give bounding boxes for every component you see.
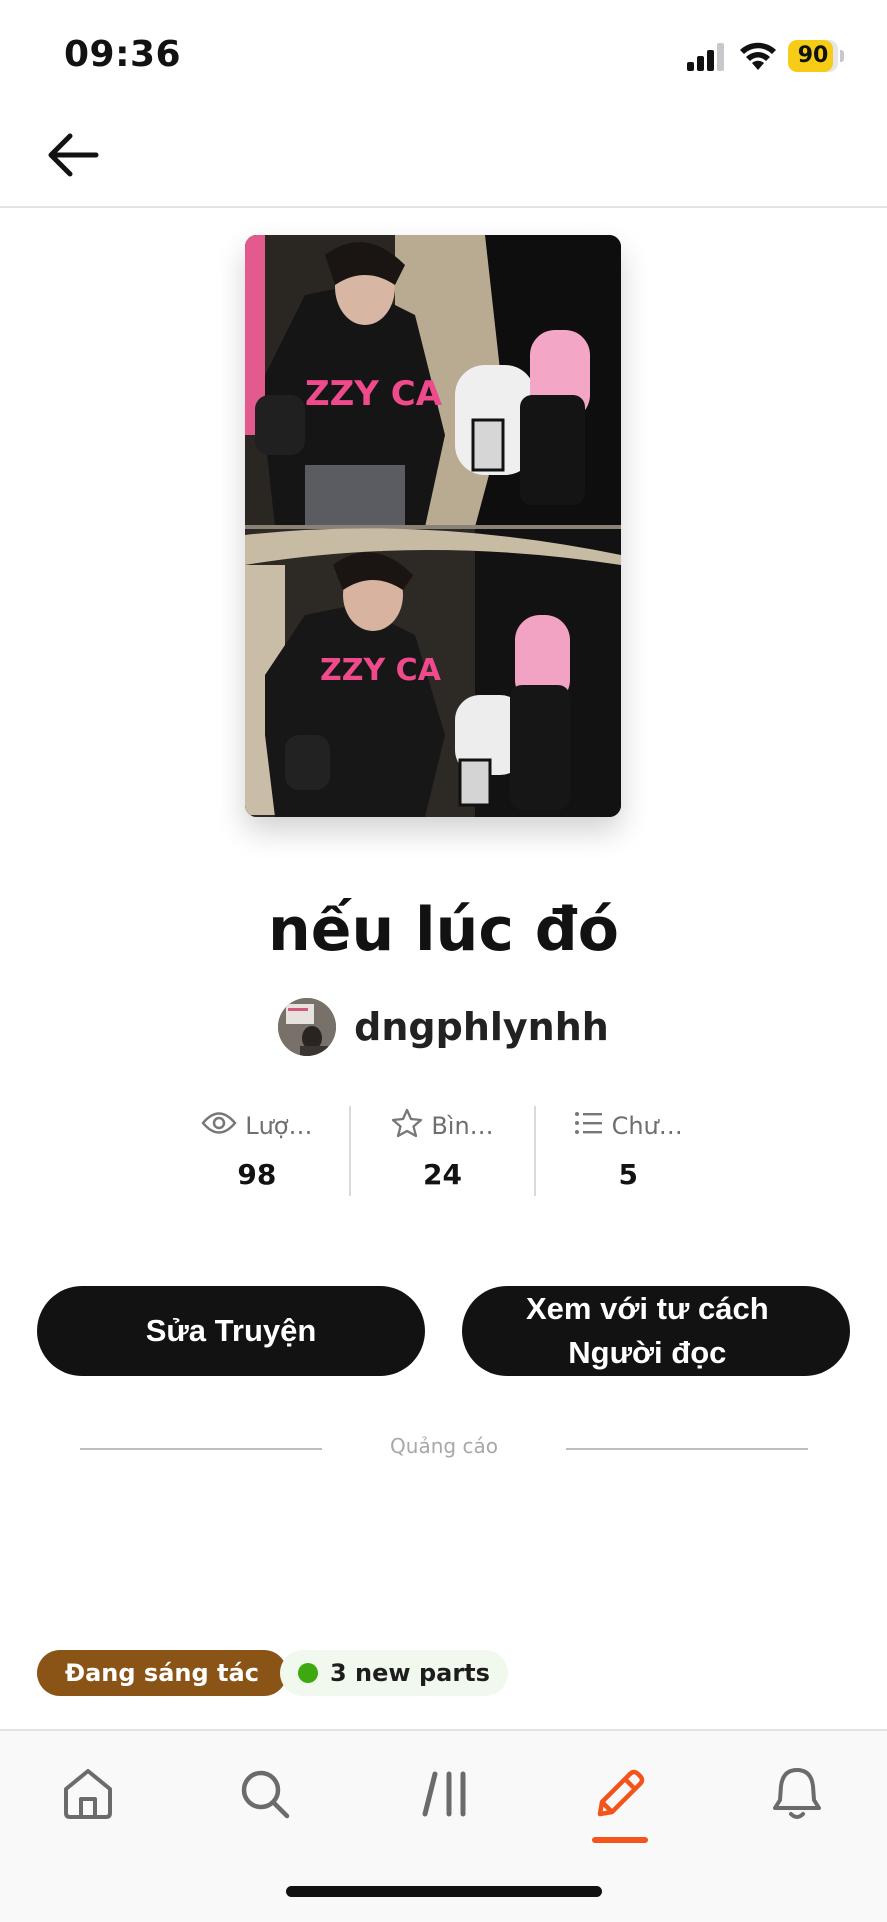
divider [566,1448,808,1450]
story-status-badge: Đang sáng tác [37,1650,287,1696]
nav-search[interactable] [225,1761,305,1831]
list-icon [574,1110,604,1142]
story-title: nếu lúc đó [268,895,619,965]
pencil-icon [592,1766,648,1826]
star-icon [391,1108,423,1144]
search-icon [239,1768,291,1824]
eye-icon [201,1110,237,1142]
battery-icon: 90 [788,40,844,72]
green-dot-icon [298,1663,318,1683]
stat-votes: Bìn… 24 [348,1106,535,1196]
signal-icon [686,42,726,72]
author-name[interactable]: dngphlynhh [354,1005,609,1049]
stat-parts: Chư… 5 [534,1106,720,1196]
ad-separator: Quảng cáo [80,1434,808,1464]
stat-value: 24 [423,1158,462,1191]
bell-icon [771,1766,823,1826]
view-as-reader-button[interactable]: Xem với tư cách Người đọc [462,1286,850,1376]
header-divider [0,206,887,208]
back-button[interactable] [38,124,108,190]
nav-write[interactable] [580,1761,660,1831]
home-indicator [286,1886,602,1897]
stat-label: Chư… [611,1112,683,1140]
home-icon [62,1767,114,1825]
stat-value: 5 [618,1158,638,1191]
active-tab-indicator [592,1837,648,1843]
svg-text:ZZY CA: ZZY CA [305,374,443,414]
library-icon [421,1770,469,1822]
status-time: 09:36 [64,34,182,75]
nav-library[interactable] [405,1761,485,1831]
nav-home[interactable] [48,1761,128,1831]
author-row[interactable]: dngphlynhh [0,998,887,1056]
ad-label: Quảng cáo [390,1434,498,1458]
stat-value: 98 [237,1158,277,1191]
battery-level: 90 [797,43,829,68]
wifi-icon [738,38,778,72]
avatar[interactable] [278,998,337,1056]
story-cover-image[interactable]: ZZY CA ZZY CA [245,235,621,817]
status-bar: 09:36 90 [0,0,887,110]
story-stats: Lượ… 98 Bìn… 24 Chư… 5 [165,1106,720,1196]
arrow-left-icon [46,130,100,184]
stat-label: Bìn… [431,1112,494,1140]
edit-story-button[interactable]: Sửa Truyện [37,1286,425,1376]
new-parts-badge: 3 new parts [280,1650,508,1696]
svg-text:ZZY CA: ZZY CA [320,653,442,688]
reader-label-line2: Người đọc [568,1335,727,1370]
reader-label-line1: Xem với tư cách [526,1291,769,1326]
new-parts-label: 3 new parts [330,1659,490,1687]
stat-reads: Lượ… 98 [165,1106,349,1196]
nav-notifications[interactable] [757,1761,837,1831]
stat-label: Lượ… [245,1112,313,1140]
